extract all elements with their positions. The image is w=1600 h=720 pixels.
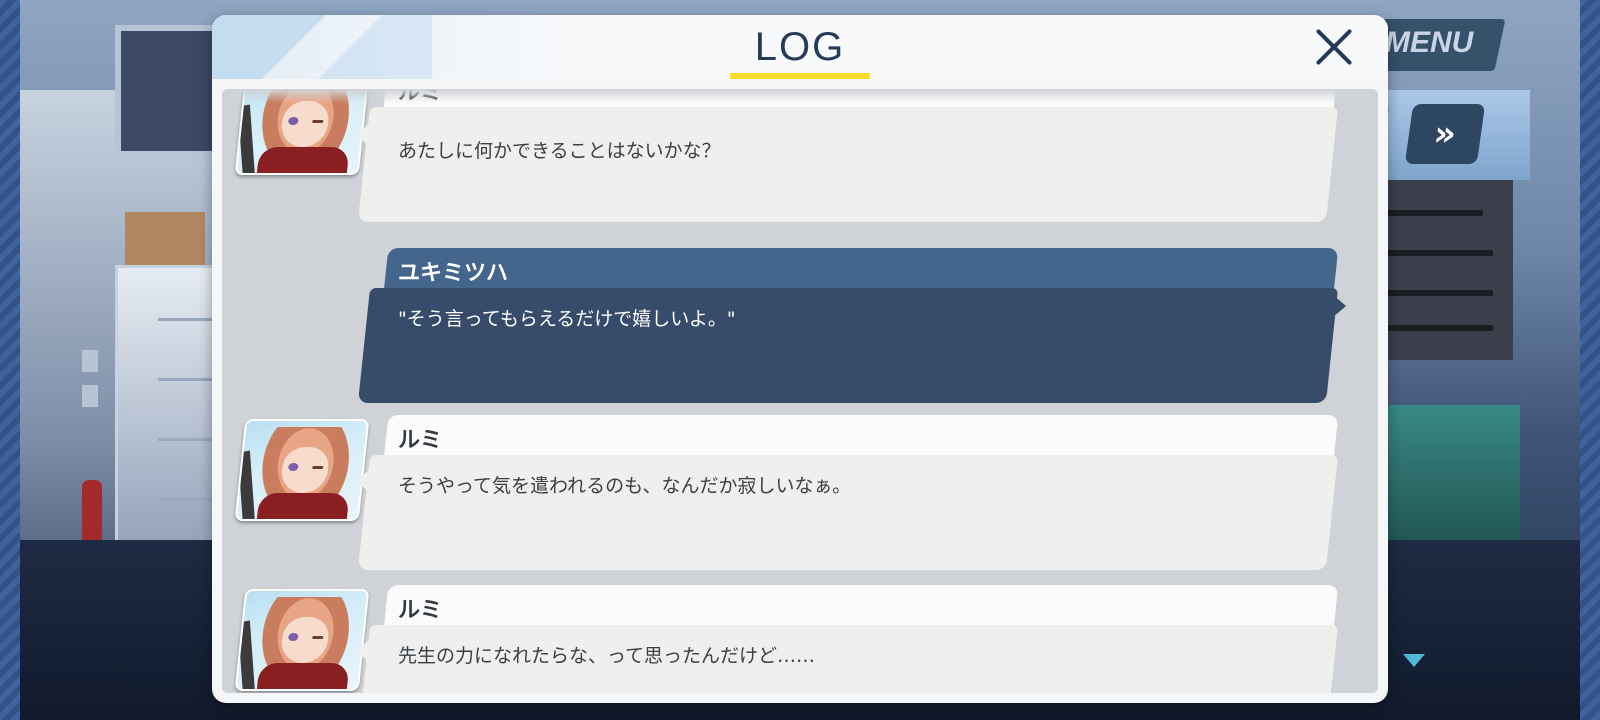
speaker-avatar (234, 419, 370, 521)
close-icon[interactable] (1312, 25, 1356, 69)
bubble-tail (356, 123, 370, 147)
speaker-name: ルミ (398, 598, 443, 623)
speaker-namebar (383, 248, 1339, 292)
next-indicator-icon (1403, 654, 1425, 667)
scene-wall-switch (82, 385, 98, 407)
log-panel: LOG ルミ あたしに何かできることはないかな？ ユキミツハ "そう言ってもらえ… (212, 15, 1388, 703)
menu-button-label: MENU (1385, 26, 1474, 59)
log-title-underline (730, 73, 870, 79)
scroll-fade (222, 89, 1378, 103)
log-scroll-area[interactable]: ルミ あたしに何かできることはないかな？ ユキミツハ "そう言ってもらえるだけで… (222, 89, 1378, 693)
log-header: LOG (212, 15, 1388, 79)
dialogue-bubble (357, 107, 1339, 222)
right-border-stripe (1580, 0, 1600, 720)
log-title: LOG (754, 25, 846, 69)
dialogue-text: あたしに何かできることはないかな？ (398, 140, 721, 162)
scene-cabinet (1365, 405, 1520, 545)
bubble-tail (1332, 294, 1346, 318)
bubble-tail (356, 469, 370, 493)
fast-forward-button[interactable]: » (1404, 104, 1486, 164)
bubble-tail (356, 639, 370, 663)
speaker-namebar (383, 415, 1339, 459)
speaker-name: ユキミツハ (398, 261, 509, 286)
scene-wall-switch (82, 350, 98, 372)
speaker-namebar (383, 585, 1339, 629)
speaker-name: ルミ (398, 428, 443, 453)
dialogue-text: "そう言ってもらえるだけで嬉しいよ。" (398, 308, 736, 330)
dialogue-text: そうやって気を遣われるのも、なんだか寂しいなぁ。 (398, 475, 852, 497)
left-border-stripe (0, 0, 20, 720)
speaker-avatar (234, 589, 370, 691)
dialogue-text: 先生の力になれたらな、って思ったんだけど…… (398, 645, 816, 667)
scene-cardboard-box (125, 212, 205, 267)
fast-forward-icon: » (1431, 114, 1459, 154)
